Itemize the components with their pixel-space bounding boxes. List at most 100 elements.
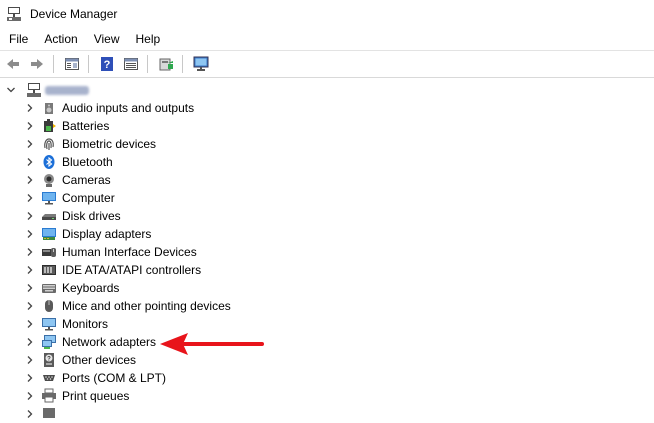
chevron-down-icon[interactable] — [5, 84, 17, 96]
view-icon — [124, 58, 138, 70]
network-adapter-icon — [41, 334, 57, 350]
chevron-right-icon[interactable] — [24, 228, 36, 240]
chevron-right-icon[interactable] — [24, 174, 36, 186]
tree-item[interactable]: IDE ATA/ATAPI controllers — [0, 261, 420, 279]
tree-item-label: Other devices — [62, 353, 137, 367]
hid-icon — [41, 244, 57, 260]
properties-icon — [65, 58, 79, 70]
title-bar: Device Manager — [0, 0, 654, 28]
tree-item[interactable]: Keyboards — [0, 279, 420, 297]
chevron-right-icon[interactable] — [24, 282, 36, 294]
tree-item-label: Human Interface Devices — [62, 245, 197, 259]
chevron-right-icon[interactable] — [24, 138, 36, 150]
menu-action[interactable]: Action — [36, 29, 85, 49]
tree-item-label: Audio inputs and outputs — [62, 101, 195, 115]
menu-view[interactable]: View — [86, 29, 128, 49]
scan-hardware-icon — [193, 56, 209, 71]
menu-help[interactable]: Help — [128, 29, 169, 49]
tree-item[interactable]: Audio inputs and outputs — [0, 99, 420, 117]
tree-item[interactable]: Batteries — [0, 117, 420, 135]
speaker-icon — [41, 100, 57, 116]
tree-item[interactable]: Print queues — [0, 387, 420, 405]
tree-item[interactable]: Disk drives — [0, 207, 420, 225]
tree-item[interactable]: Cameras — [0, 171, 420, 189]
other-devices-icon: ? — [41, 352, 57, 368]
chevron-right-icon[interactable] — [24, 318, 36, 330]
red-arrow-annotation — [160, 333, 264, 355]
computer-icon — [41, 190, 57, 206]
tree-item-label: Batteries — [62, 119, 110, 133]
chevron-right-icon[interactable] — [24, 120, 36, 132]
bluetooth-icon — [41, 154, 57, 170]
menu-bar: File Action View Help — [0, 29, 654, 49]
toolbar-separator — [88, 55, 89, 73]
tree-item[interactable]: Human Interface Devices — [0, 243, 420, 261]
chevron-right-icon[interactable] — [24, 192, 36, 204]
mouse-icon — [41, 298, 57, 314]
tree-item[interactable]: Display adapters — [0, 225, 420, 243]
toolbar-separator — [182, 55, 183, 73]
tree-item-label: Bluetooth — [62, 155, 113, 169]
tree-item-label: Cameras — [62, 173, 111, 187]
svg-text:?: ? — [104, 59, 111, 71]
tree-item-label: Network adapters — [62, 335, 157, 349]
tree-root[interactable] — [0, 81, 420, 99]
forward-icon — [31, 59, 43, 69]
chevron-right-icon[interactable] — [24, 210, 36, 222]
device-icon — [41, 406, 57, 422]
fingerprint-icon — [41, 136, 57, 152]
chevron-right-icon[interactable] — [24, 300, 36, 312]
tree-item-label: Print queues — [62, 389, 130, 403]
help-icon: ? — [101, 57, 113, 71]
chevron-right-icon[interactable] — [24, 264, 36, 276]
update-driver-button[interactable] — [155, 53, 177, 75]
display-adapter-icon — [41, 226, 57, 242]
tree-item-label: Computer — [62, 191, 115, 205]
tree-item[interactable]: Computer — [0, 189, 420, 207]
tree-item[interactable]: Ports (COM & LPT) — [0, 369, 420, 387]
tree-item-label: Keyboards — [62, 281, 120, 295]
tree-item-label: IDE ATA/ATAPI controllers — [62, 263, 202, 277]
monitor-icon — [41, 316, 57, 332]
tree-item-label: Disk drives — [62, 209, 121, 223]
back-icon — [7, 59, 19, 69]
port-icon — [41, 370, 57, 386]
help-button[interactable]: ? — [96, 53, 118, 75]
tree-item[interactable]: Bluetooth — [0, 153, 420, 171]
toolbar-separator — [53, 55, 54, 73]
computer-name-redacted — [45, 85, 89, 95]
chevron-right-icon[interactable] — [24, 102, 36, 114]
toolbar: ? — [0, 50, 654, 78]
window-title: Device Manager — [30, 7, 118, 21]
tree-item-label: Mice and other pointing devices — [62, 299, 231, 313]
tree-item-label: Ports (COM & LPT) — [62, 371, 167, 385]
device-tree: Audio inputs and outputs Batteries Biome… — [0, 80, 654, 418]
tree-item-label: Biometric devices — [62, 137, 157, 151]
computer-root-icon — [26, 82, 42, 98]
properties-button[interactable] — [61, 53, 83, 75]
chevron-right-icon[interactable] — [24, 354, 36, 366]
battery-icon — [41, 118, 57, 134]
chevron-right-icon[interactable] — [24, 246, 36, 258]
printer-icon — [41, 388, 57, 404]
chevron-right-icon[interactable] — [24, 390, 36, 402]
chevron-right-icon[interactable] — [24, 372, 36, 384]
device-manager-icon — [7, 7, 21, 21]
svg-text:?: ? — [47, 357, 51, 363]
forward-button[interactable] — [26, 53, 48, 75]
scan-hardware-button[interactable] — [190, 53, 212, 75]
back-button[interactable] — [2, 53, 24, 75]
disk-drive-icon — [41, 208, 57, 224]
chevron-right-icon[interactable] — [24, 336, 36, 348]
ide-controller-icon — [41, 262, 57, 278]
chevron-right-icon[interactable] — [24, 156, 36, 168]
tree-item[interactable]: Mice and other pointing devices — [0, 297, 420, 315]
update-driver-icon — [159, 58, 173, 71]
keyboard-icon — [41, 280, 57, 296]
tree-item[interactable]: Biometric devices — [0, 135, 420, 153]
camera-icon — [41, 172, 57, 188]
tree-item-partial[interactable] — [0, 405, 420, 423]
tree-item-label: Monitors — [62, 317, 109, 331]
menu-file[interactable]: File — [0, 29, 36, 49]
view-button[interactable] — [120, 53, 142, 75]
